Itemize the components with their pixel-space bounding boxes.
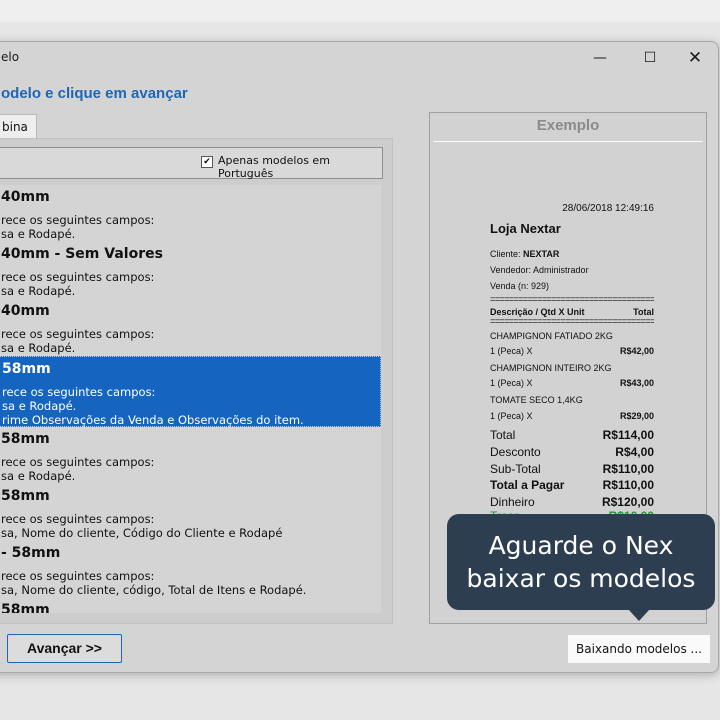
tab-bobina[interactable]: bina	[0, 114, 37, 139]
maximize-icon: ☐	[643, 50, 657, 66]
receipt-item-price: R$42,00	[619, 346, 654, 356]
model-list[interactable]: 40mm rece os seguintes campos: sa e Roda…	[0, 185, 381, 613]
window-title: elo	[1, 50, 20, 64]
receipt-separator: =======================================	[490, 317, 654, 327]
model-list-item-selected[interactable]: 58mm rece os seguintes campos: sa e Roda…	[0, 356, 381, 427]
receipt-header-right: Total	[633, 307, 654, 317]
receipt-total-value: R$110,00	[602, 462, 654, 476]
tooltip-arrow	[628, 609, 650, 621]
model-description-line: sa e Rodapé.	[1, 227, 76, 241]
model-description-line: sa e Rodapé.	[2, 399, 77, 413]
model-description-line: sa e Rodapé.	[1, 341, 76, 355]
portuguese-only-checkbox[interactable]: ✔	[201, 156, 213, 168]
receipt-item-qty: 1 (Peca) X	[490, 346, 533, 356]
receipt-item-line: 1 (Peca) X R$42,00	[490, 346, 654, 356]
model-title: 58mm	[1, 602, 50, 613]
close-icon: ✕	[687, 48, 703, 68]
model-description-line: rece os seguintes campos:	[1, 213, 155, 227]
receipt-total-label: Total a Pagar	[490, 478, 565, 492]
receipt-total-row: Dinheiro R$120,00	[490, 495, 654, 509]
receipt-total-row: Desconto R$4,00	[490, 445, 654, 459]
example-title: Exemplo	[536, 117, 600, 134]
model-description-line: rece os seguintes campos:	[1, 455, 155, 469]
receipt-client: Cliente: NEXTAR	[490, 249, 559, 259]
portuguese-only-label[interactable]: Apenas modelos em Português	[218, 154, 382, 180]
model-title: 40mm	[1, 189, 50, 205]
model-description-line: sa, Nome do cliente, código, Total de It…	[1, 583, 307, 597]
close-button[interactable]: ✕	[681, 46, 709, 70]
model-title: 40mm - Sem Valores	[1, 246, 163, 262]
receipt-item-line: 1 (Peca) X R$43,00	[490, 378, 654, 388]
model-description-line: rece os seguintes campos:	[1, 569, 155, 583]
model-title: 40mm	[1, 303, 50, 319]
receipt-total-row: Total a Pagar R$110,00	[490, 478, 654, 492]
minimize-button[interactable]: —	[586, 46, 614, 70]
minimize-icon: —	[593, 50, 607, 66]
receipt-item-price: R$29,00	[619, 411, 654, 421]
model-description-line: rece os seguintes campos:	[2, 385, 156, 399]
desktop-top-strip	[0, 0, 720, 22]
instruction-heading: odelo e clique em avançar	[1, 85, 188, 102]
model-description-line: sa, Nome do cliente, Código do Cliente e…	[1, 526, 283, 540]
model-list-item[interactable]: 58mm	[0, 598, 381, 613]
receipt-total-label: Total	[490, 428, 516, 442]
model-description-line: sa e Rodapé.	[1, 284, 76, 298]
receipt-total-value: R$114,00	[602, 428, 654, 442]
receipt-client-label: Cliente:	[490, 249, 521, 259]
download-tooltip: Aguarde o Nex baixar os modelos	[447, 514, 715, 621]
receipt-total-value: R$4,00	[615, 445, 654, 459]
receipt-item-price: R$43,00	[619, 378, 654, 388]
model-description-line: rece os seguintes campos:	[1, 327, 155, 341]
receipt-total-row: Sub-Total R$110,00	[490, 462, 654, 476]
receipt-seller: Vendedor: Administrador	[490, 265, 589, 275]
receipt-total-label: Dinheiro	[490, 495, 535, 509]
receipt-item-qty: 1 (Peca) X	[490, 378, 533, 388]
divider	[434, 141, 702, 142]
title-bar[interactable]: elo — ☐ ✕	[0, 42, 718, 74]
receipt-total-value: R$120,00	[601, 495, 654, 509]
receipt-separator: =======================================	[490, 295, 654, 305]
receipt-item-line: 1 (Peca) X R$29,00	[490, 411, 654, 421]
receipt-item-name: CHAMPIGNON INTEIRO 2KG	[490, 363, 612, 373]
receipt-item-name: TOMATE SECO 1,4KG	[490, 395, 583, 405]
filter-box: ✔ Apenas modelos em Português	[0, 147, 383, 180]
receipt-total-label: Desconto	[490, 445, 541, 459]
maximize-button[interactable]: ☐	[636, 46, 664, 70]
receipt-sale-number: Venda (n: 929)	[490, 281, 550, 291]
tooltip-text: Aguarde o Nex baixar os modelos	[466, 531, 696, 593]
receipt-header-left: Descrição / Qtd X Unit	[490, 307, 585, 317]
receipt-total-label: Sub-Total	[490, 462, 541, 476]
receipt-item-name: CHAMPIGNON FATIADO 2KG	[490, 331, 613, 341]
receipt-header: Descrição / Qtd X Unit Total	[490, 307, 654, 317]
model-title: - 58mm	[1, 545, 61, 561]
next-button[interactable]: Avançar >>	[7, 634, 122, 663]
receipt-total-value: R$110,00	[602, 478, 654, 492]
model-title: 58mm	[2, 361, 51, 377]
model-description-line: rime Observações da Venda e Observações …	[2, 413, 304, 427]
receipt-client-value: NEXTAR	[523, 249, 560, 259]
model-description-line: rece os seguintes campos:	[1, 512, 155, 526]
model-description-line: rece os seguintes campos:	[1, 270, 155, 284]
model-title: 58mm	[1, 488, 50, 504]
status-message: Baixando modelos ...	[568, 635, 710, 663]
receipt-item-qty: 1 (Peca) X	[490, 411, 533, 421]
model-description-line: sa e Rodapé.	[1, 469, 76, 483]
receipt-datetime: 28/06/2018 12:49:16	[562, 203, 654, 214]
receipt-total-row: Total R$114,00	[490, 428, 654, 442]
model-title: 58mm	[1, 431, 50, 447]
receipt-store-name: Loja Nextar	[490, 221, 561, 236]
